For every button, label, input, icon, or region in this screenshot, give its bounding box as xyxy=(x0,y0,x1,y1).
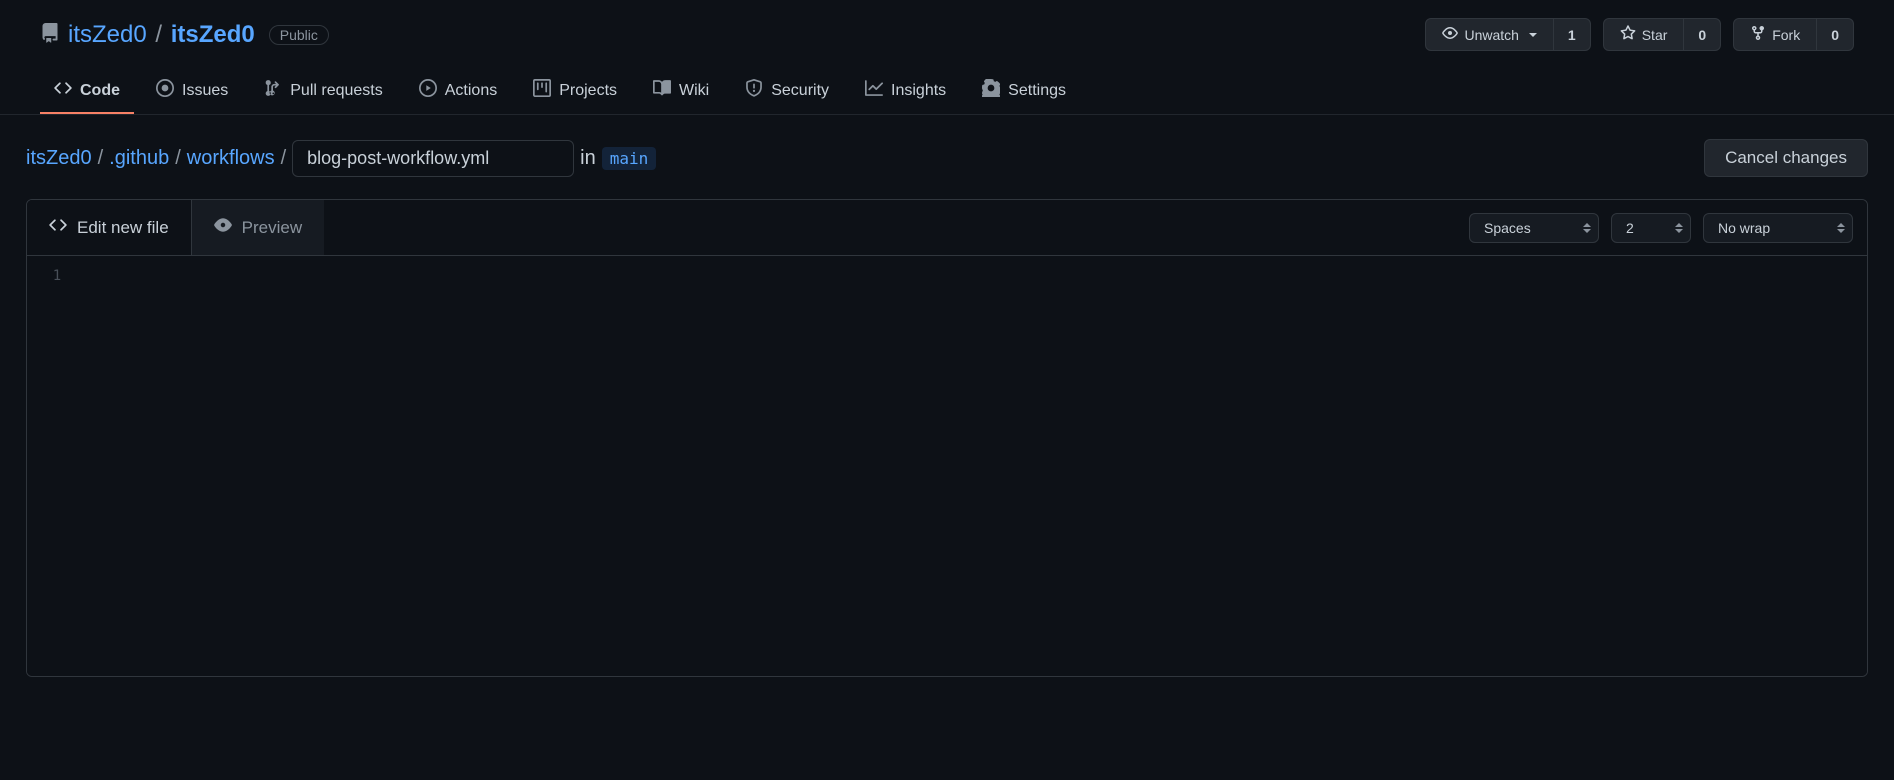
eye-icon xyxy=(1442,25,1458,44)
preview-tab-label: Preview xyxy=(242,218,302,238)
tab-issues-label: Issues xyxy=(182,82,228,100)
star-button-group: Star 0 xyxy=(1603,18,1721,51)
fork-button-group: Fork 0 xyxy=(1733,18,1854,51)
fork-button[interactable]: Fork xyxy=(1733,18,1817,51)
pull-request-icon xyxy=(264,79,282,102)
content: itsZed0 / .github / workflows / in main … xyxy=(0,115,1894,701)
wrap-mode-select[interactable]: No wrap xyxy=(1703,213,1853,243)
path-separator: / xyxy=(155,21,162,48)
branch-badge: main xyxy=(602,147,657,170)
repo-title: itsZed0 / itsZed0 Public xyxy=(40,21,329,49)
tab-wiki[interactable]: Wiki xyxy=(639,69,723,114)
edit-file-tab[interactable]: Edit new file xyxy=(27,200,192,255)
fork-icon xyxy=(1750,25,1766,44)
repo-actions: Unwatch 1 Star 0 Fork 0 xyxy=(1425,18,1854,51)
filename-input[interactable] xyxy=(292,140,574,177)
path-separator: / xyxy=(98,147,104,170)
tab-issues[interactable]: Issues xyxy=(142,69,242,114)
watch-button-group: Unwatch 1 xyxy=(1425,18,1590,51)
repo-nav: Code Issues Pull requests Actions Projec… xyxy=(0,69,1894,115)
breadcrumb: itsZed0 / .github / workflows / in main xyxy=(26,140,656,177)
repo-owner-link[interactable]: itsZed0 xyxy=(68,21,147,48)
visibility-badge: Public xyxy=(269,25,329,45)
path-separator: / xyxy=(281,147,287,170)
tab-settings-label: Settings xyxy=(1008,82,1066,100)
breadcrumb-row: itsZed0 / .github / workflows / in main … xyxy=(26,139,1868,177)
path-separator: / xyxy=(175,147,181,170)
editor-tabs-left: Edit new file Preview xyxy=(27,200,324,255)
unwatch-button[interactable]: Unwatch xyxy=(1425,18,1553,51)
breadcrumb-workflows[interactable]: workflows xyxy=(187,147,275,170)
star-count[interactable]: 0 xyxy=(1684,18,1721,51)
breadcrumb-root[interactable]: itsZed0 xyxy=(26,147,92,170)
code-icon xyxy=(49,216,67,239)
repo-header: itsZed0 / itsZed0 Public Unwatch 1 Star … xyxy=(0,0,1894,69)
shield-icon xyxy=(745,79,763,102)
graph-icon xyxy=(865,79,883,102)
tab-security[interactable]: Security xyxy=(731,69,843,114)
preview-tab[interactable]: Preview xyxy=(192,200,324,255)
star-icon xyxy=(1620,25,1636,44)
line-gutter: 1 xyxy=(27,256,87,676)
breadcrumb-github[interactable]: .github xyxy=(109,147,169,170)
gear-icon xyxy=(982,79,1000,102)
tab-insights[interactable]: Insights xyxy=(851,69,960,114)
editor-tabs: Edit new file Preview Spaces 2 xyxy=(27,200,1867,256)
indent-size-select[interactable]: 2 xyxy=(1611,213,1691,243)
chevron-down-icon xyxy=(1529,33,1537,37)
tab-security-label: Security xyxy=(771,82,829,100)
tab-pulls-label: Pull requests xyxy=(290,82,383,100)
indent-mode-select[interactable]: Spaces xyxy=(1469,213,1599,243)
project-icon xyxy=(533,79,551,102)
cancel-changes-button[interactable]: Cancel changes xyxy=(1704,139,1868,177)
book-icon xyxy=(653,79,671,102)
tab-wiki-label: Wiki xyxy=(679,82,709,100)
tab-pulls[interactable]: Pull requests xyxy=(250,69,397,114)
tab-insights-label: Insights xyxy=(891,82,946,100)
line-number: 1 xyxy=(27,268,87,284)
eye-icon xyxy=(214,216,232,239)
unwatch-label: Unwatch xyxy=(1464,27,1518,43)
star-button[interactable]: Star xyxy=(1603,18,1685,51)
editor-settings: Spaces 2 No wrap xyxy=(1469,213,1867,243)
watch-count[interactable]: 1 xyxy=(1554,18,1591,51)
tab-actions-label: Actions xyxy=(445,82,497,100)
tab-projects-label: Projects xyxy=(559,82,617,100)
repo-name-link[interactable]: itsZed0 xyxy=(171,21,255,48)
tab-projects[interactable]: Projects xyxy=(519,69,631,114)
issue-icon xyxy=(156,79,174,102)
repo-icon xyxy=(40,23,60,46)
repo-name-path: itsZed0 / itsZed0 xyxy=(68,21,255,49)
in-text: in xyxy=(580,147,596,170)
tab-settings[interactable]: Settings xyxy=(968,69,1080,114)
tab-code-label: Code xyxy=(80,82,120,100)
tab-actions[interactable]: Actions xyxy=(405,69,511,114)
play-icon xyxy=(419,79,437,102)
fork-count[interactable]: 0 xyxy=(1817,18,1854,51)
editor-content[interactable]: 1 xyxy=(27,256,1867,676)
editor-box: Edit new file Preview Spaces 2 xyxy=(26,199,1868,677)
fork-label: Fork xyxy=(1772,27,1800,43)
edit-tab-label: Edit new file xyxy=(77,218,169,238)
star-label: Star xyxy=(1642,27,1668,43)
tab-code[interactable]: Code xyxy=(40,69,134,114)
code-icon xyxy=(54,79,72,102)
